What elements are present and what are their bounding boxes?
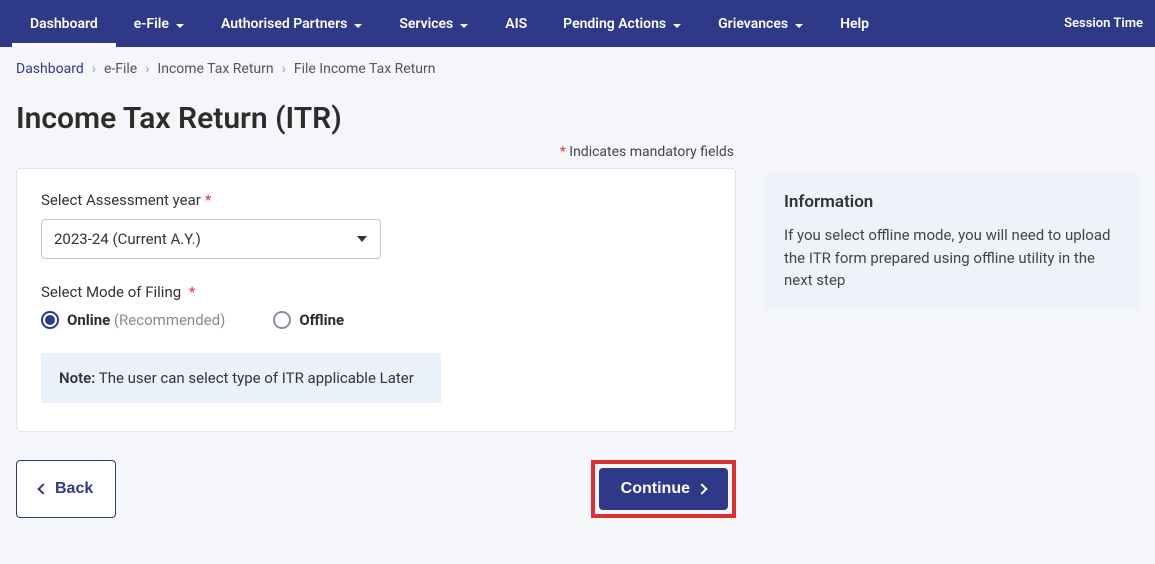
breadcrumb: Dashboard › e-File › Income Tax Return ›… [0,47,1155,91]
assessment-year-select[interactable]: 2023-24 (Current A.Y.) [41,219,381,259]
nav-grievances[interactable]: Grievances [700,0,822,47]
chevron-down-icon [459,19,469,29]
chevron-down-icon [353,19,363,29]
top-nav: Dashboard e-File Authorised Partners Ser… [0,0,1155,47]
mode-of-filing-label: Select Mode of Filing * [41,283,711,301]
breadcrumb-file-itr: File Income Tax Return [294,61,436,77]
information-text: If you select offline mode, you will nee… [784,224,1119,292]
chevron-right-icon: › [145,61,149,77]
nav-help[interactable]: Help [822,0,887,47]
nav-pending-actions[interactable]: Pending Actions [545,0,700,47]
radio-icon-checked [41,311,59,329]
chevron-down-icon [672,19,682,29]
chevron-down-icon [794,19,804,29]
form-card: Select Assessment year* 2023-24 (Current… [16,168,736,432]
assessment-year-label: Select Assessment year* [41,191,711,209]
session-time-label: Session Time [1048,16,1143,31]
information-panel: Information If you select offline mode, … [764,174,1139,310]
page-title: Income Tax Return (ITR) [16,101,1139,136]
nav-ais[interactable]: AIS [487,0,545,47]
note-box: Note: The user can select type of ITR ap… [41,353,441,403]
chevron-right-icon: › [282,61,286,77]
nav-services[interactable]: Services [381,0,487,47]
radio-offline[interactable]: Offline [273,311,344,329]
nav-authorised-partners[interactable]: Authorised Partners [203,0,381,47]
information-title: Information [784,192,1119,212]
chevron-right-icon: › [92,61,96,77]
radio-icon-unchecked [273,311,291,329]
breadcrumb-efile[interactable]: e-File [104,61,137,77]
chevron-right-icon [696,483,707,494]
back-button[interactable]: Back [16,460,116,518]
breadcrumb-itr[interactable]: Income Tax Return [157,61,273,77]
mandatory-note: * Indicates mandatory fields [16,144,736,160]
breadcrumb-dashboard[interactable]: Dashboard [16,61,84,77]
assessment-year-value: 2023-24 (Current A.Y.) [54,230,201,248]
continue-button[interactable]: Continue [599,468,728,510]
chevron-down-icon [175,19,185,29]
continue-highlight: Continue [591,460,736,518]
nav-dashboard[interactable]: Dashboard [12,0,116,47]
nav-efile[interactable]: e-File [116,0,203,47]
chevron-left-icon [37,483,48,494]
caret-down-icon [357,236,367,242]
radio-online[interactable]: Online (Recommended) [41,311,225,329]
